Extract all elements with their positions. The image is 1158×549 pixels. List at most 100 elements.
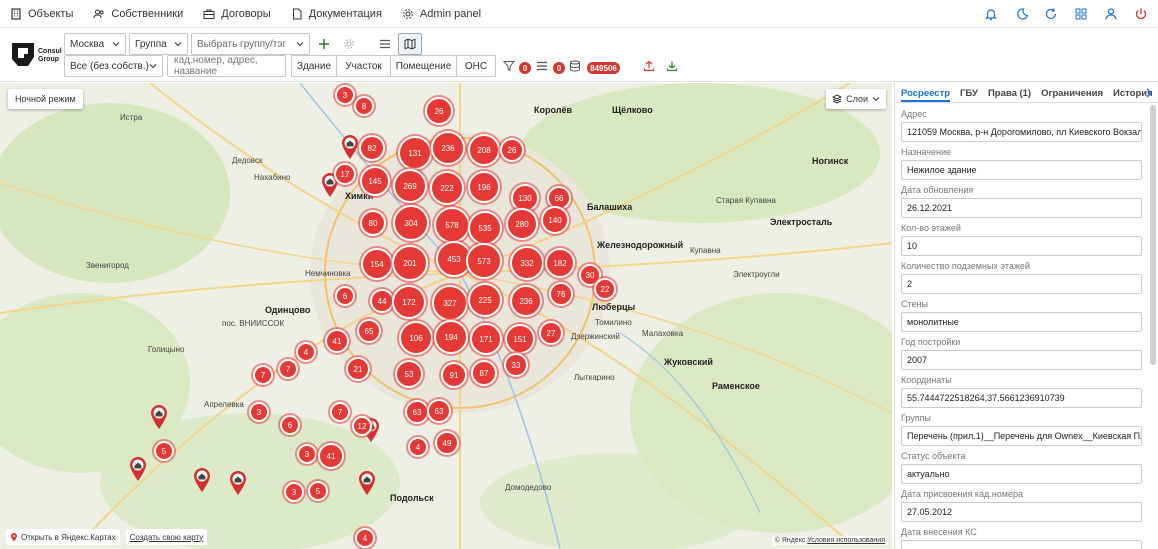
map-cluster-marker[interactable]: 151 (505, 324, 535, 354)
map-cluster-marker[interactable]: 236 (510, 285, 542, 317)
map-cluster-marker[interactable]: 535 (468, 211, 502, 245)
map-cluster-marker[interactable]: 6 (280, 415, 300, 435)
object-pin-icon[interactable] (129, 456, 147, 482)
object-pin-icon[interactable] (341, 134, 359, 160)
bell-icon[interactable] (984, 7, 998, 21)
map-cluster-marker[interactable]: 3 (284, 482, 304, 502)
field-value[interactable]: Перечень (прил.1)__Перечень для Ownex__К… (901, 426, 1142, 446)
map-cluster-marker[interactable]: 63 (427, 399, 451, 423)
map-cluster-marker[interactable]: 82 (359, 135, 385, 161)
map-cluster-marker[interactable]: 3 (249, 402, 269, 422)
type-button-building[interactable]: Здание (291, 55, 337, 77)
map-cluster-marker[interactable]: 201 (392, 245, 428, 281)
map-cluster-marker[interactable]: 63 (405, 400, 429, 424)
nav-item-contracts[interactable]: Договоры (203, 8, 271, 20)
object-pin-icon[interactable] (193, 467, 211, 493)
nav-item-owners[interactable]: Собственники (93, 8, 183, 20)
owner-filter-select[interactable]: Все (без собств.) (64, 55, 163, 77)
field-value[interactable]: Нежилое здание (901, 160, 1142, 180)
map-cluster-marker[interactable]: 44 (370, 289, 394, 313)
list-view-button[interactable] (376, 35, 394, 53)
map-cluster-marker[interactable]: 7 (278, 359, 298, 379)
map-cluster-marker[interactable]: 573 (466, 243, 502, 279)
user-icon[interactable] (1104, 7, 1118, 21)
object-pin-icon[interactable] (229, 470, 247, 496)
map-cluster-marker[interactable]: 208 (468, 134, 500, 166)
nav-item-admin-panel[interactable]: Admin panel (402, 8, 481, 20)
map-cluster-marker[interactable]: 222 (430, 171, 464, 205)
map-view[interactable]: Истра Дедовск Нахабино Химки Звенигород Немчи… (0, 83, 892, 549)
field-value[interactable] (901, 540, 1142, 549)
map-cluster-marker[interactable]: 65 (357, 319, 381, 343)
map-cluster-marker[interactable]: 7 (253, 365, 273, 385)
map-cluster-marker[interactable]: 91 (441, 362, 467, 388)
map-cluster-marker[interactable]: 41 (318, 443, 344, 469)
selected-list-button[interactable] (533, 57, 551, 75)
map-cluster-marker[interactable]: 140 (541, 206, 569, 234)
field-value[interactable]: 26.12.2021 (901, 198, 1142, 218)
terms-link[interactable]: Условия использования (807, 537, 885, 544)
object-pin-icon[interactable] (358, 470, 376, 496)
map-cluster-marker[interactable]: 21 (346, 357, 370, 381)
night-mode-button[interactable]: Ночной режим (8, 89, 83, 109)
group-select[interactable]: Группа (129, 33, 188, 55)
map-cluster-marker[interactable]: 80 (360, 210, 386, 236)
add-group-button[interactable] (315, 35, 333, 53)
grid-icon[interactable] (1074, 7, 1088, 21)
map-cluster-marker[interactable]: 327 (432, 285, 468, 321)
map-cluster-marker[interactable]: 304 (393, 205, 429, 241)
moon-icon[interactable] (1014, 7, 1029, 21)
tab-rosreestr[interactable]: Росреестр (901, 83, 951, 102)
field-value[interactable]: 2007 (901, 350, 1142, 370)
map-cluster-marker[interactable]: 4 (296, 342, 316, 362)
map-cluster-marker[interactable]: 332 (510, 246, 544, 280)
download-button[interactable] (663, 57, 681, 75)
filter-button[interactable] (500, 57, 518, 75)
map-cluster-marker[interactable]: 154 (361, 248, 393, 280)
layers-button[interactable]: Слои (826, 89, 886, 109)
map-cluster-marker[interactable]: 17 (334, 163, 356, 185)
object-pin-icon[interactable] (150, 404, 168, 430)
nav-item-documentation[interactable]: Документация (291, 8, 382, 20)
map-cluster-marker[interactable]: 6 (335, 286, 355, 306)
type-button-ons[interactable]: ОНС (456, 55, 496, 77)
map-cluster-marker[interactable]: 182 (545, 248, 575, 278)
map-cluster-marker[interactable]: 27 (539, 321, 563, 345)
field-value[interactable]: монолитные (901, 312, 1142, 332)
map-cluster-marker[interactable]: 172 (392, 285, 426, 319)
database-button[interactable] (566, 57, 584, 75)
field-value[interactable]: 55.7444722518264,37.5661236910739 (901, 388, 1142, 408)
field-value[interactable]: актуально (901, 464, 1142, 484)
type-button-land[interactable]: Участок (336, 55, 391, 77)
map-cluster-marker[interactable]: 12 (352, 416, 372, 436)
map-cluster-marker[interactable]: 87 (471, 360, 497, 386)
map-cluster-marker[interactable]: 41 (325, 329, 349, 353)
map-cluster-marker[interactable]: 3 (335, 85, 355, 105)
panel-scrollbar[interactable] (1150, 105, 1156, 365)
map-cluster-marker[interactable]: 33 (504, 353, 528, 377)
tab-restrictions[interactable]: Ограничения (1041, 83, 1103, 102)
tab-gbu[interactable]: ГБУ (960, 83, 978, 102)
field-value[interactable]: 121059 Москва, р-н Дорогомилово, пл Киев… (901, 122, 1142, 142)
map-cluster-marker[interactable]: 76 (549, 282, 573, 306)
map-cluster-marker[interactable]: 145 (360, 166, 390, 196)
map-cluster-marker[interactable]: 5 (308, 481, 328, 501)
map-cluster-marker[interactable]: 194 (434, 320, 468, 354)
type-button-premises[interactable]: Помещение (390, 55, 457, 77)
field-value[interactable]: 10 (901, 236, 1142, 256)
map-cluster-marker[interactable]: 26 (500, 138, 524, 162)
map-cluster-marker[interactable]: 131 (398, 136, 432, 170)
map-cluster-marker[interactable]: 269 (393, 169, 427, 203)
field-value[interactable]: 2 (901, 274, 1142, 294)
open-yandex-maps-link[interactable]: Открыть в Яндекс.Картах (6, 529, 120, 545)
map-cluster-marker[interactable]: 4 (355, 528, 375, 548)
map-cluster-marker[interactable]: 49 (435, 431, 459, 455)
map-cluster-marker[interactable]: 106 (399, 321, 433, 355)
city-select[interactable]: Москва (64, 33, 126, 55)
map-cluster-marker[interactable]: 280 (506, 208, 538, 240)
map-cluster-marker[interactable]: 225 (468, 283, 502, 317)
group-tag-select[interactable]: Выбрать группу/тэг (191, 33, 310, 55)
map-cluster-marker[interactable]: 196 (468, 171, 500, 203)
group-settings-button[interactable] (340, 35, 358, 53)
map-cluster-marker[interactable]: 53 (395, 360, 423, 388)
